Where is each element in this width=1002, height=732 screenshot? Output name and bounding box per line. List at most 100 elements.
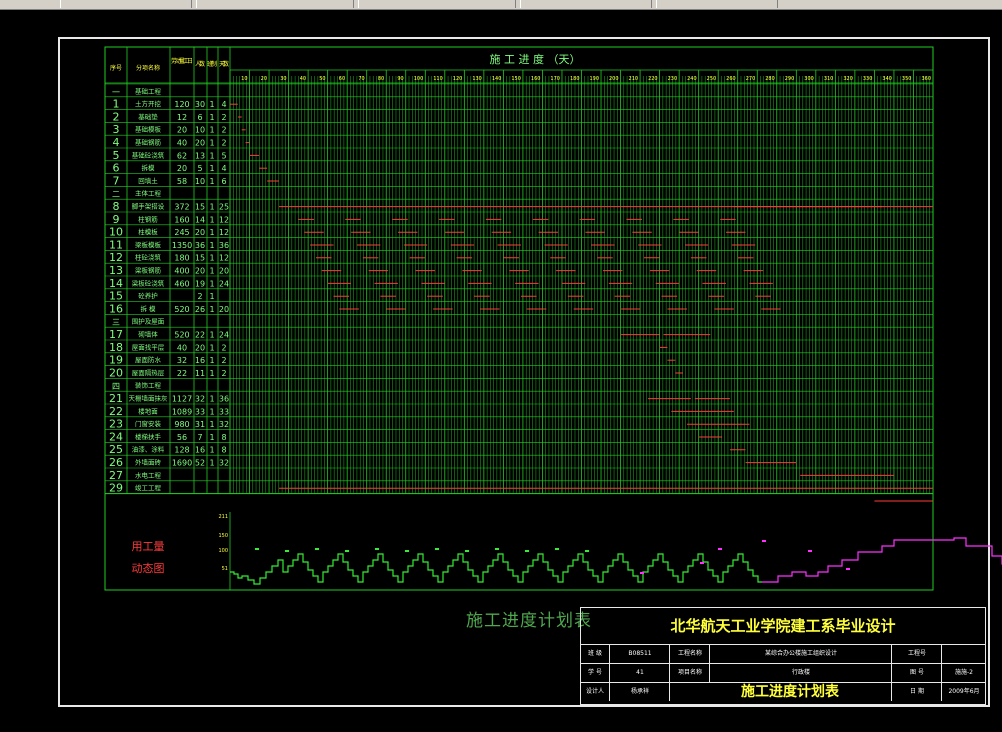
labor-curve-green [230, 553, 762, 585]
timeline-tick: 20 [261, 76, 267, 82]
row-qty: 520 [174, 305, 189, 314]
row-name: 屋面找平层 [132, 342, 165, 351]
row-days: 4 [221, 100, 226, 109]
row-seq: 6 [113, 162, 120, 175]
col-people-header: 人数 [195, 60, 205, 68]
row-qty: 400 [174, 267, 189, 276]
school-name: 北华航天工业学院建工系毕业设计 [581, 608, 985, 645]
row-people: 20 [195, 343, 205, 352]
timeline-tick: 30 [280, 76, 286, 82]
row-shift: 1 [209, 100, 214, 109]
row-people: 14 [195, 215, 205, 224]
drawing-name: 施工进度计划表 [741, 684, 839, 700]
row-qty: 128 [174, 446, 189, 455]
row-qty: 12 [177, 113, 187, 122]
labor-marker [285, 550, 289, 552]
row-shift: 1 [209, 356, 214, 365]
timeline-tick: 240 [687, 76, 697, 82]
row-days: 32 [219, 459, 229, 468]
row-seq: 9 [113, 213, 120, 226]
row-people: 36 [195, 241, 205, 250]
row-seq: 二 [112, 190, 120, 199]
row-days: 12 [219, 215, 229, 224]
timeline-tick: 340 [882, 76, 892, 82]
timeline-tick: 360 [921, 76, 931, 82]
row-seq: 16 [109, 302, 123, 315]
timeline-tick: 260 [726, 76, 736, 82]
row-seq: 11 [109, 238, 123, 251]
row-seq: 17 [109, 328, 123, 341]
row-people: 22 [195, 331, 205, 340]
row-name: 砌墙体 [138, 330, 158, 339]
row-shift: 1 [209, 164, 214, 173]
timeline-tick: 50 [319, 76, 325, 82]
labor-marker [640, 572, 644, 574]
table-border [104, 46, 934, 591]
row-shift: 1 [209, 151, 214, 160]
row-people: 16 [195, 446, 205, 455]
row-qty: 180 [174, 254, 189, 263]
timeline-tick: 300 [804, 76, 814, 82]
row-people: 6 [197, 113, 202, 122]
row-days: 36 [219, 395, 229, 404]
chart-y-tick: 100 [218, 548, 228, 554]
row-days: 25 [219, 203, 229, 212]
row-days: 2 [221, 139, 226, 148]
row-name: 基础砼浇筑 [132, 150, 165, 159]
row-name: 屋面隔热层 [132, 368, 165, 377]
labor-marker [525, 550, 529, 552]
row-name: 梁板模板 [135, 240, 162, 249]
row-seq: 19 [109, 354, 123, 367]
row-seq: 四 [112, 382, 120, 391]
row-seq: 2 [113, 110, 120, 123]
timeline-tick: 270 [746, 76, 756, 82]
row-people: 7 [197, 433, 202, 442]
row-people: 26 [195, 305, 205, 314]
row-seq: 一 [112, 88, 120, 97]
row-seq: 12 [109, 251, 123, 264]
row-seq: 14 [109, 277, 123, 290]
chart-label: 用工量 [132, 540, 165, 553]
timeline-tick: 210 [629, 76, 639, 82]
timeline-tick: 80 [378, 76, 384, 82]
timeline-tick: 70 [358, 76, 364, 82]
row-seq: 10 [109, 226, 123, 239]
row-name: 梁板钢筋 [135, 266, 162, 275]
row-days: 36 [219, 241, 229, 250]
row-name: 回填土 [138, 176, 158, 185]
row-name: 基础模板 [135, 125, 162, 134]
row-name: 拆模 [142, 163, 156, 172]
row-seq: 25 [109, 443, 123, 456]
row-people: 33 [195, 407, 205, 416]
row-seq: 5 [113, 149, 120, 162]
row-seq: 26 [109, 456, 123, 469]
row-name: 楼地面 [138, 406, 158, 415]
row-qty: 372 [174, 203, 189, 212]
row-name: 砼养护 [138, 291, 158, 300]
chart-y-tick: 51 [222, 566, 228, 572]
row-days: 8 [221, 446, 226, 455]
plan-title: 施工进度计划表 [466, 611, 592, 631]
row-people: 52 [195, 459, 205, 468]
row-people: 32 [195, 395, 205, 404]
row-shift: 1 [209, 139, 214, 148]
row-people: 19 [195, 279, 205, 288]
timeline-tick: 160 [531, 76, 541, 82]
col-shift-header: 班制 [207, 60, 217, 68]
row-shift: 1 [209, 407, 214, 416]
row-shift: 1 [209, 279, 214, 288]
timeline-tick: 120 [453, 76, 463, 82]
row-shift: 1 [209, 395, 214, 404]
row-qty: 1350 [172, 241, 192, 250]
row-people: 11 [195, 369, 205, 378]
row-shift: 1 [209, 113, 214, 122]
timeline-tick: 40 [300, 76, 306, 82]
labor-marker [465, 550, 469, 552]
row-people: 20 [195, 267, 205, 276]
labor-chart: 211 150 100 51 用工量动态图 [132, 512, 1002, 590]
row-qty: 20 [177, 126, 187, 135]
row-name: 装饰工程 [135, 381, 162, 390]
row-name: 柱砼浇筑 [135, 253, 162, 262]
row-shift: 1 [209, 459, 214, 468]
row-seq: 1 [113, 98, 120, 111]
